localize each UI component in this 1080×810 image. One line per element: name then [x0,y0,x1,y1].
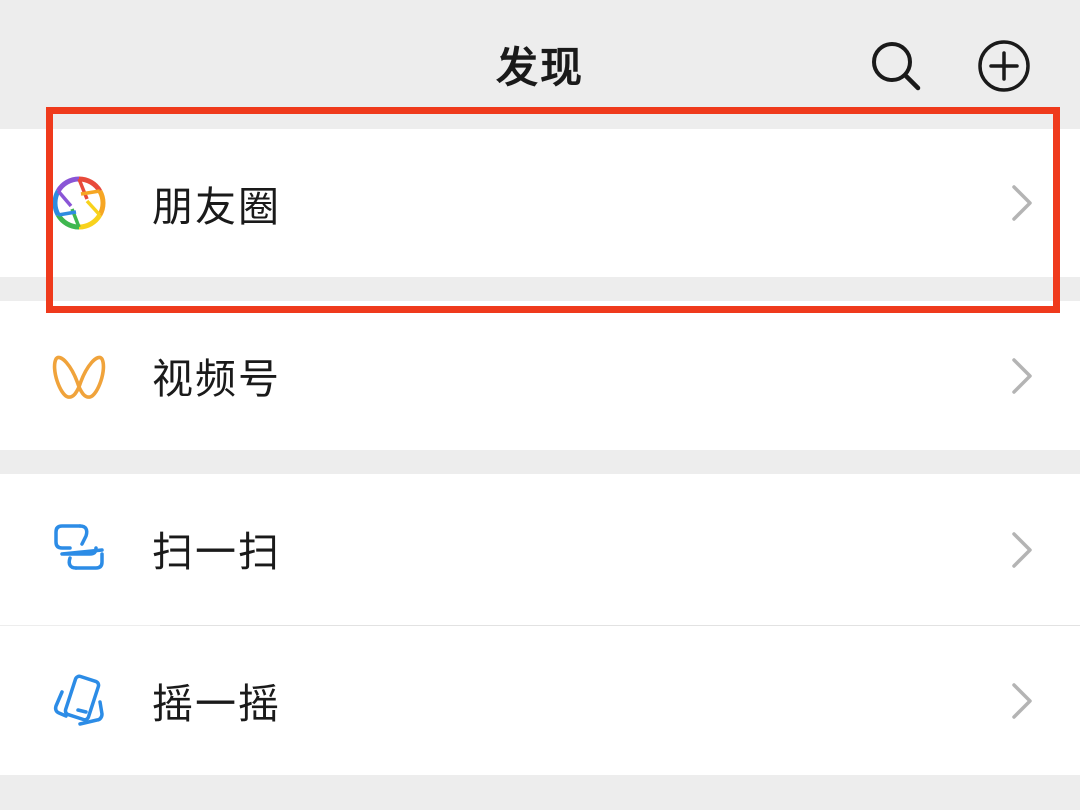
discover-page: 发现 朋友圈 视频号 扫一扫 摇一摇 [0,0,1080,810]
search-icon[interactable] [868,38,924,94]
menu-item-scan[interactable]: 扫一扫 [0,474,1080,625]
shake-icon [53,674,104,726]
menu-item-shake[interactable]: 摇一摇 [0,626,1080,775]
menu-item-label: 朋友圈 [152,183,281,231]
channels-icon [52,355,106,399]
menu-item-label: 扫一扫 [152,528,281,576]
menu-item-label: 视频号 [152,355,281,403]
chevron-right-icon [1012,683,1032,719]
menu-item-moments[interactable]: 朋友圈 [0,129,1080,277]
menu-item-channels[interactable]: 视频号 [0,301,1080,450]
plus-circle-icon[interactable] [976,38,1032,94]
chevron-right-icon [1012,532,1032,568]
chevron-right-icon [1012,358,1032,394]
scan-icon [54,524,104,570]
moments-aperture-icon [52,176,106,230]
top-bar: 发现 [0,0,1080,125]
chevron-right-icon [1012,185,1032,221]
menu-item-label: 摇一摇 [152,680,281,728]
